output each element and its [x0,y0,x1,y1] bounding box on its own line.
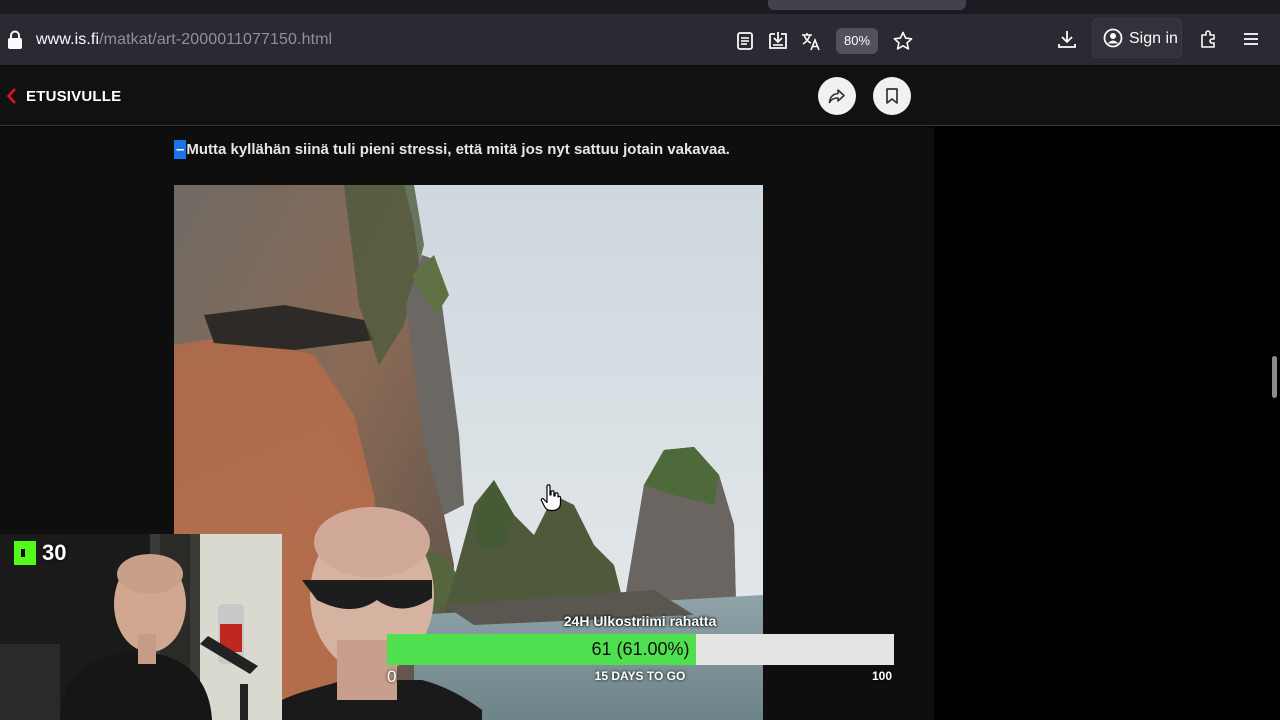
goal-progress-value: 61 (61.00%) [591,639,690,659]
hand-cursor-icon [540,484,562,512]
active-tab[interactable] [768,0,966,10]
site-header: ETUSIVULLE [0,66,1280,126]
url-path: /matkat/art-2000011077150.html [99,31,333,48]
share-icon [828,89,845,104]
right-sidebar [934,127,1280,720]
zoom-level-badge[interactable]: 80% [836,28,878,54]
menu-icon[interactable] [1240,28,1262,50]
scrollbar-thumb[interactable] [1272,356,1277,398]
chevron-left-icon [6,88,16,104]
bookmark-star-icon[interactable] [892,30,914,52]
goal-progress-bar: 61 (61.00%) [387,634,894,665]
viewer-count: 30 [42,540,67,565]
sign-in-label: Sign in [1129,30,1178,47]
bookmark-icon [886,88,898,104]
reader-view-icon[interactable] [734,30,756,52]
browser-toolbar: www.is.fi/matkat/art-2000011077150.html … [0,14,1280,66]
goal-title: 24H Ulkostriimi rahatta [563,613,717,629]
account-icon [1103,28,1123,48]
back-label: ETUSIVULLE [26,87,122,105]
lock-icon[interactable] [6,30,24,50]
tab-strip [0,0,1280,14]
kick-logo-icon [14,541,36,565]
save-page-icon[interactable] [767,30,789,52]
translate-icon[interactable] [800,30,822,52]
share-button[interactable] [818,77,856,115]
download-icon[interactable] [1056,28,1078,50]
goal-max-label: 100 [872,669,893,683]
goal-days-left: 15 DAYS TO GO [594,669,686,683]
url-text[interactable]: www.is.fi/matkat/art-2000011077150.html [36,31,332,49]
sign-in-button[interactable]: Sign in [1092,18,1182,58]
article-quote: – Mutta kyllähän siinä tuli pieni stressi… [174,140,730,159]
url-host: www.is.fi [36,31,100,48]
guest-webcam [282,507,482,720]
kick-viewer-counter: 30 [14,540,66,566]
back-to-frontpage-link[interactable]: ETUSIVULLE [6,86,121,106]
selected-dash: – [174,140,187,159]
address-bar[interactable]: www.is.fi/matkat/art-2000011077150.html … [0,18,924,62]
goal-min-label: 0 [387,667,397,686]
quote-text: Mutta kyllähän siinä tuli pieni stressi,… [186,141,730,158]
extensions-icon[interactable] [1197,28,1219,50]
bookmark-button[interactable] [873,77,911,115]
